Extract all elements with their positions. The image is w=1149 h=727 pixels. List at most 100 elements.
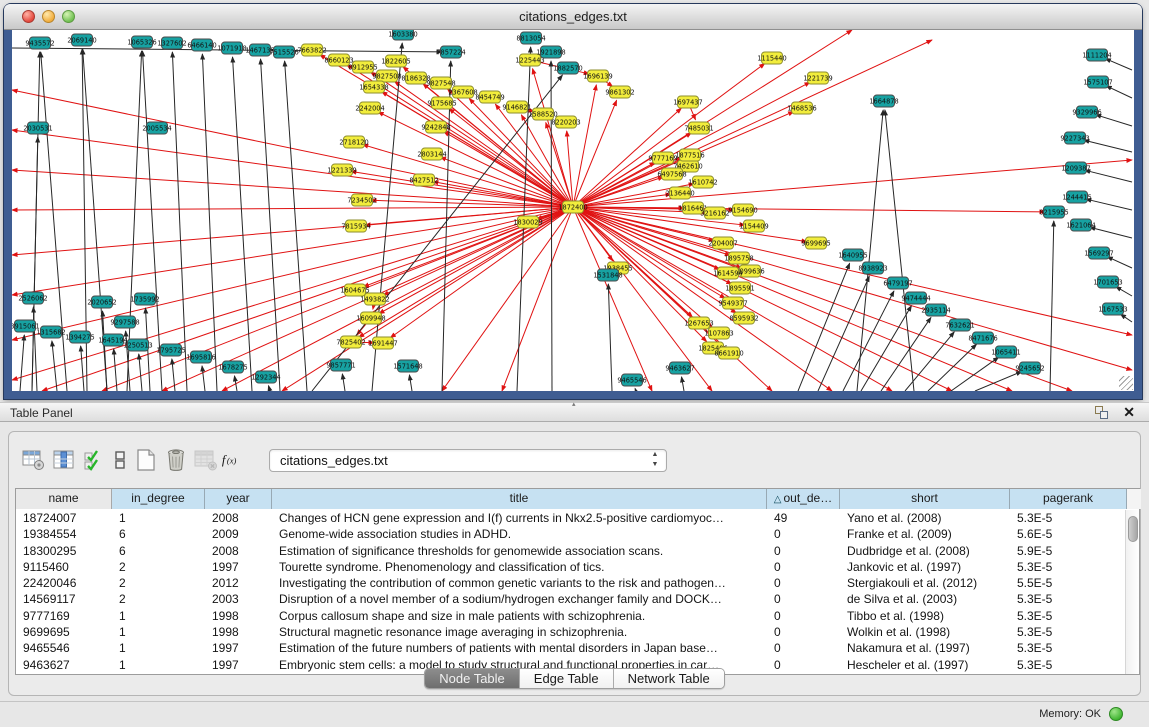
graph-node[interactable]: 8471676 [968, 332, 997, 344]
graph-node[interactable]: 9827548 [426, 77, 455, 89]
table-cell[interactable]: 0 [767, 559, 840, 575]
graph-node[interactable]: 2030531 [23, 122, 52, 134]
graph-node[interactable]: 8813054 [516, 32, 545, 44]
table-cell[interactable]: 1998 [205, 608, 272, 624]
zoom-window-button[interactable] [62, 10, 75, 23]
table-row[interactable]: 1938455462009Genome-wide association stu… [16, 526, 1125, 542]
table-cell[interactable]: 5.3E-5 [1010, 591, 1125, 607]
graph-node[interactable]: 1701653 [1093, 276, 1122, 288]
graph-node[interactable]: 9154690 [728, 204, 757, 216]
resize-grip-icon[interactable] [1119, 376, 1133, 390]
table-cell[interactable]: 0 [767, 608, 840, 624]
graph-node[interactable]: 9435572 [25, 37, 54, 49]
table-cell[interactable]: Tibbo et al. (1998) [840, 608, 1010, 624]
column-header-short[interactable]: short [840, 489, 1010, 509]
graph-node[interactable]: 9245652 [1015, 362, 1044, 374]
scrollbar-thumb[interactable] [1128, 516, 1138, 542]
table-cell[interactable]: 5.3E-5 [1010, 559, 1125, 575]
close-panel-icon[interactable]: ✕ [1123, 404, 1135, 421]
graph-node[interactable]: 8661910 [714, 347, 743, 359]
graph-node[interactable]: 9329966 [1072, 106, 1101, 118]
table-row[interactable]: 2242004622012Investigating the contribut… [16, 575, 1125, 591]
table-options-icon[interactable] [19, 446, 49, 474]
graph-node[interactable]: 7632621 [945, 319, 974, 331]
table-cell[interactable]: 0 [767, 624, 840, 640]
graph-node[interactable]: 7234502 [347, 194, 376, 206]
table-cell[interactable]: 1 [112, 510, 205, 526]
table-cell[interactable]: Franke et al. (2009) [840, 526, 1010, 542]
column-header-title[interactable]: title [272, 489, 767, 509]
graph-node[interactable]: 1621064 [1066, 219, 1095, 231]
table-cell[interactable]: 6 [112, 543, 205, 559]
graph-node[interactable]: 1531848 [593, 269, 622, 281]
table-cell[interactable]: 5.5E-5 [1010, 575, 1125, 591]
table-cell[interactable]: 1997 [205, 640, 272, 656]
graph-node[interactable]: 1678275 [218, 361, 247, 373]
table-cell[interactable]: Yano et al. (2008) [840, 510, 1010, 526]
graph-node[interactable]: 7825402 [336, 336, 365, 348]
close-window-button[interactable] [22, 10, 35, 23]
graph-node[interactable]: 7485031 [684, 122, 713, 134]
table-cell[interactable]: 18300295 [16, 543, 112, 559]
graph-node[interactable]: 8595932 [729, 312, 758, 324]
graph-node[interactable]: 9861302 [605, 86, 634, 98]
graph-node[interactable]: 9827508 [372, 70, 401, 82]
table-cell[interactable]: 1997 [205, 559, 272, 575]
graph-node[interactable]: 2242004 [355, 102, 384, 114]
graph-node[interactable]: 1575107 [1083, 76, 1112, 88]
graph-node[interactable]: 2020652 [87, 296, 116, 308]
citation-network-graph[interactable]: 1872400866012389129551822605982750881863… [12, 30, 1134, 391]
graph-node[interactable]: 9146821 [502, 101, 531, 113]
table-cell[interactable]: 2009 [205, 526, 272, 542]
graph-node[interactable]: 1244415 [1062, 191, 1091, 203]
table-cell[interactable]: Structural magnetic resonance image aver… [272, 624, 767, 640]
minimize-window-button[interactable] [42, 10, 55, 23]
graph-node[interactable]: 2803144 [417, 148, 446, 160]
table-cell[interactable]: 0 [767, 591, 840, 607]
tab-node-table[interactable]: Node Table [425, 669, 520, 688]
rows-icon[interactable] [109, 446, 131, 474]
graph-node[interactable]: 1115440 [757, 52, 786, 64]
table-cell[interactable]: 49 [767, 510, 840, 526]
table-cell[interactable]: 2 [112, 559, 205, 575]
graph-node[interactable]: 1221739 [803, 72, 832, 84]
graph-node[interactable]: 1107863 [704, 327, 733, 339]
table-cell[interactable]: 9699695 [16, 624, 112, 640]
network-canvas[interactable]: 1872400866012389129551822605982750881863… [12, 30, 1134, 391]
graph-node[interactable]: 8938923 [858, 262, 887, 274]
graph-node[interactable]: 1065326 [127, 36, 156, 48]
graph-node[interactable]: 8427512 [409, 174, 438, 186]
graph-node[interactable]: 9549377 [718, 297, 747, 309]
table-row[interactable]: 1872400712008Changes of HCN gene express… [16, 510, 1125, 526]
table-row[interactable]: 1830029562008Estimation of significance … [16, 543, 1125, 559]
graph-node[interactable]: 1921898 [536, 46, 565, 58]
window-titlebar[interactable]: citations_edges.txt [4, 4, 1142, 30]
table-cell[interactable]: 1998 [205, 624, 272, 640]
graph-node[interactable]: 1654338 [359, 81, 388, 93]
graph-node[interactable]: 2204007 [708, 237, 737, 249]
graph-node[interactable]: 8220203 [551, 116, 580, 128]
graph-node[interactable]: 1882570 [553, 62, 582, 74]
table-cell[interactable]: Dudbridge et al. (2008) [840, 543, 1010, 559]
graph-node[interactable]: 2069140 [67, 34, 96, 46]
graph-node[interactable]: 2935114 [921, 304, 950, 316]
graph-node[interactable]: 1664878 [869, 95, 898, 107]
graph-node[interactable]: 1111204 [1082, 49, 1111, 61]
column-header-name[interactable]: name [16, 489, 112, 509]
function-builder-icon[interactable]: f (x) [221, 446, 243, 474]
table-cell[interactable]: 9777169 [16, 608, 112, 624]
graph-node[interactable]: 1691447 [368, 337, 397, 349]
tab-edge-table[interactable]: Edge Table [520, 669, 614, 688]
graph-node[interactable]: 1735992 [130, 293, 159, 305]
graph-node[interactable]: 9175685 [427, 97, 456, 109]
graph-node[interactable]: 6466140 [187, 39, 216, 51]
table-cell[interactable]: 9115460 [16, 559, 112, 575]
graph-node[interactable]: 1822605 [381, 55, 410, 67]
graph-node[interactable]: 6479197 [883, 277, 912, 289]
graph-node[interactable]: 7663822 [297, 44, 326, 56]
table-cell[interactable]: 5.3E-5 [1010, 608, 1125, 624]
graph-node[interactable]: 8912955 [348, 61, 377, 73]
graph-node[interactable]: 2005534 [142, 122, 171, 134]
table-row[interactable]: 1456911722003Disruption of a novel membe… [16, 591, 1125, 607]
column-header-out_de[interactable]: △out_de… [767, 489, 840, 509]
